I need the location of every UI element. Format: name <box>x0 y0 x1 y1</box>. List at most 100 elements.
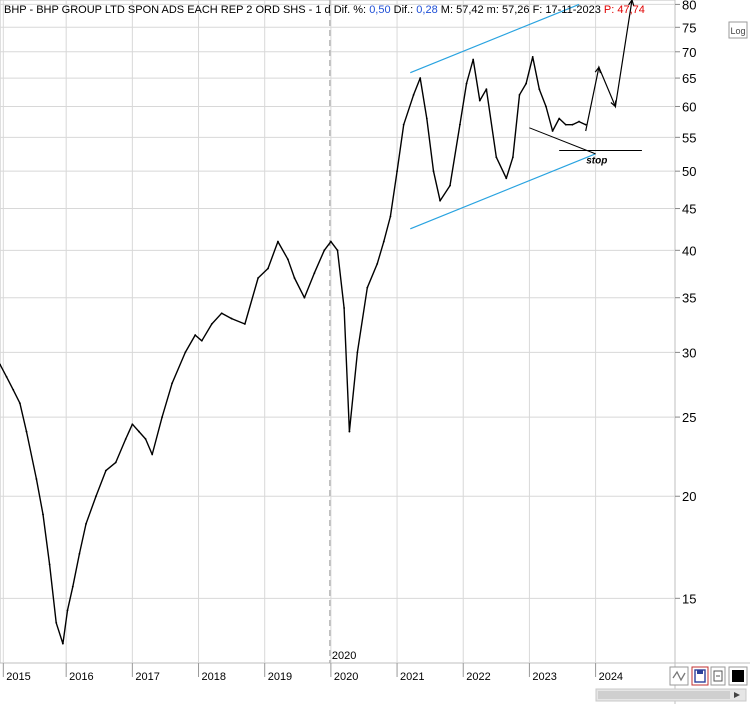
price-point <box>144 438 147 440</box>
chart-header: BHP - BHP GROUP LTD SPON ADS EACH REP 2 … <box>4 4 645 16</box>
y-tick-label: 60 <box>682 99 696 114</box>
price-point <box>194 334 197 336</box>
y-tick-label: 65 <box>682 71 696 86</box>
price-point <box>42 513 44 516</box>
price-point <box>138 430 140 433</box>
price-point <box>25 430 28 433</box>
price-point <box>336 249 339 252</box>
price-point <box>564 123 567 126</box>
price-point <box>485 88 488 91</box>
price-point <box>329 240 332 243</box>
price-point <box>161 416 164 418</box>
header-dif-pct-value: 0,50 <box>369 4 390 16</box>
price-point <box>551 130 554 132</box>
price-point <box>55 621 58 624</box>
y-tick-label: 35 <box>682 291 696 306</box>
x-tick-label: 2019 <box>268 671 292 683</box>
price-point <box>432 170 435 173</box>
price-point <box>389 215 392 218</box>
price-point <box>495 156 498 159</box>
x-tick-label: 2016 <box>69 671 93 683</box>
header-name: BHP GROUP LTD SPON ADS EACH REP 2 ORD SH… <box>36 4 305 16</box>
price-point <box>478 99 481 102</box>
price-point <box>525 82 528 85</box>
header-max-value: 57,42 <box>456 4 484 16</box>
scrollbar-thumb[interactable] <box>598 691 730 699</box>
log-scale-button[interactable]: Log <box>728 21 748 39</box>
price-point <box>104 469 107 472</box>
price-point <box>571 123 574 126</box>
header-min-value: 57,26 <box>502 4 530 16</box>
price-point <box>356 351 359 354</box>
price-point <box>303 296 306 299</box>
price-point <box>343 307 346 309</box>
y-tick-label: 45 <box>682 202 696 217</box>
price-point <box>220 312 223 315</box>
save-icon-shutter <box>697 670 703 674</box>
header-dif-value: 0,28 <box>416 4 437 16</box>
header-max-label: M: <box>441 4 453 16</box>
expand-button[interactable] <box>710 666 726 686</box>
x-tick-label: 2015 <box>6 671 30 683</box>
y-tick-label: 20 <box>682 489 696 504</box>
price-point <box>286 258 289 261</box>
x-tick-label: 2022 <box>466 671 490 683</box>
price-point <box>71 585 74 588</box>
zigzag-tool-button[interactable] <box>669 666 689 686</box>
price-point <box>210 323 213 325</box>
log-button-label[interactable]: Log <box>730 26 745 36</box>
x-tick-label: 2021 <box>400 671 424 683</box>
price-point <box>18 402 21 405</box>
header-date-value: 17-11-2023 <box>545 4 600 16</box>
price-point <box>48 563 51 566</box>
x-tick-label: 2024 <box>599 671 623 683</box>
price-point <box>12 388 15 391</box>
price-point <box>545 105 547 108</box>
price-point <box>78 553 81 555</box>
save-button[interactable] <box>691 666 709 686</box>
color-swatch-icon <box>732 670 744 682</box>
price-point <box>61 642 64 645</box>
header-dif-pct-label: Dif. %: <box>334 4 366 16</box>
price-point <box>538 88 541 91</box>
y-tick-label: 80 <box>682 0 696 12</box>
price-point <box>511 156 514 159</box>
price-point <box>439 199 441 202</box>
price-point <box>313 272 316 275</box>
price-point <box>578 120 580 123</box>
x-tick-label: 2023 <box>532 671 556 683</box>
price-point <box>66 609 69 612</box>
price-point <box>348 430 351 433</box>
header-dif-label: Dif.: <box>394 4 414 16</box>
price-chart[interactable]: 2020 stop 15 20 25 30 35 40 45 50 55 60 65 70 75 80 2… <box>0 0 750 704</box>
header-min-label: m: <box>487 4 499 16</box>
price-point <box>5 375 8 378</box>
price-point <box>131 423 134 426</box>
price-point <box>171 382 173 385</box>
header-p-value: 47,74 <box>617 4 645 16</box>
horizontal-scrollbar[interactable] <box>595 688 747 702</box>
y-tick-label: 40 <box>682 243 696 258</box>
price-point <box>151 453 154 456</box>
price-point <box>277 240 279 243</box>
y-tick-label: 55 <box>682 130 696 145</box>
y-tick-label: 25 <box>682 410 696 425</box>
y-tick-label: 30 <box>682 345 696 360</box>
x-tick-label: 2020 <box>334 671 358 683</box>
price-point <box>459 123 461 126</box>
y-tick-label: 50 <box>682 164 696 179</box>
header-timeframe: 1 d <box>315 4 330 16</box>
price-point <box>558 117 561 120</box>
price-point <box>425 117 428 120</box>
color-swatch-button[interactable] <box>728 666 748 686</box>
price-point <box>465 82 468 85</box>
price-point <box>366 286 369 289</box>
vertical-marker-label: 2020 <box>332 650 356 662</box>
price-point <box>124 438 127 440</box>
price-point <box>35 478 38 480</box>
price-point <box>531 55 534 58</box>
price-point <box>114 461 117 464</box>
price-point <box>419 77 422 79</box>
price-point <box>396 170 398 173</box>
stop-label: stop <box>586 155 607 166</box>
